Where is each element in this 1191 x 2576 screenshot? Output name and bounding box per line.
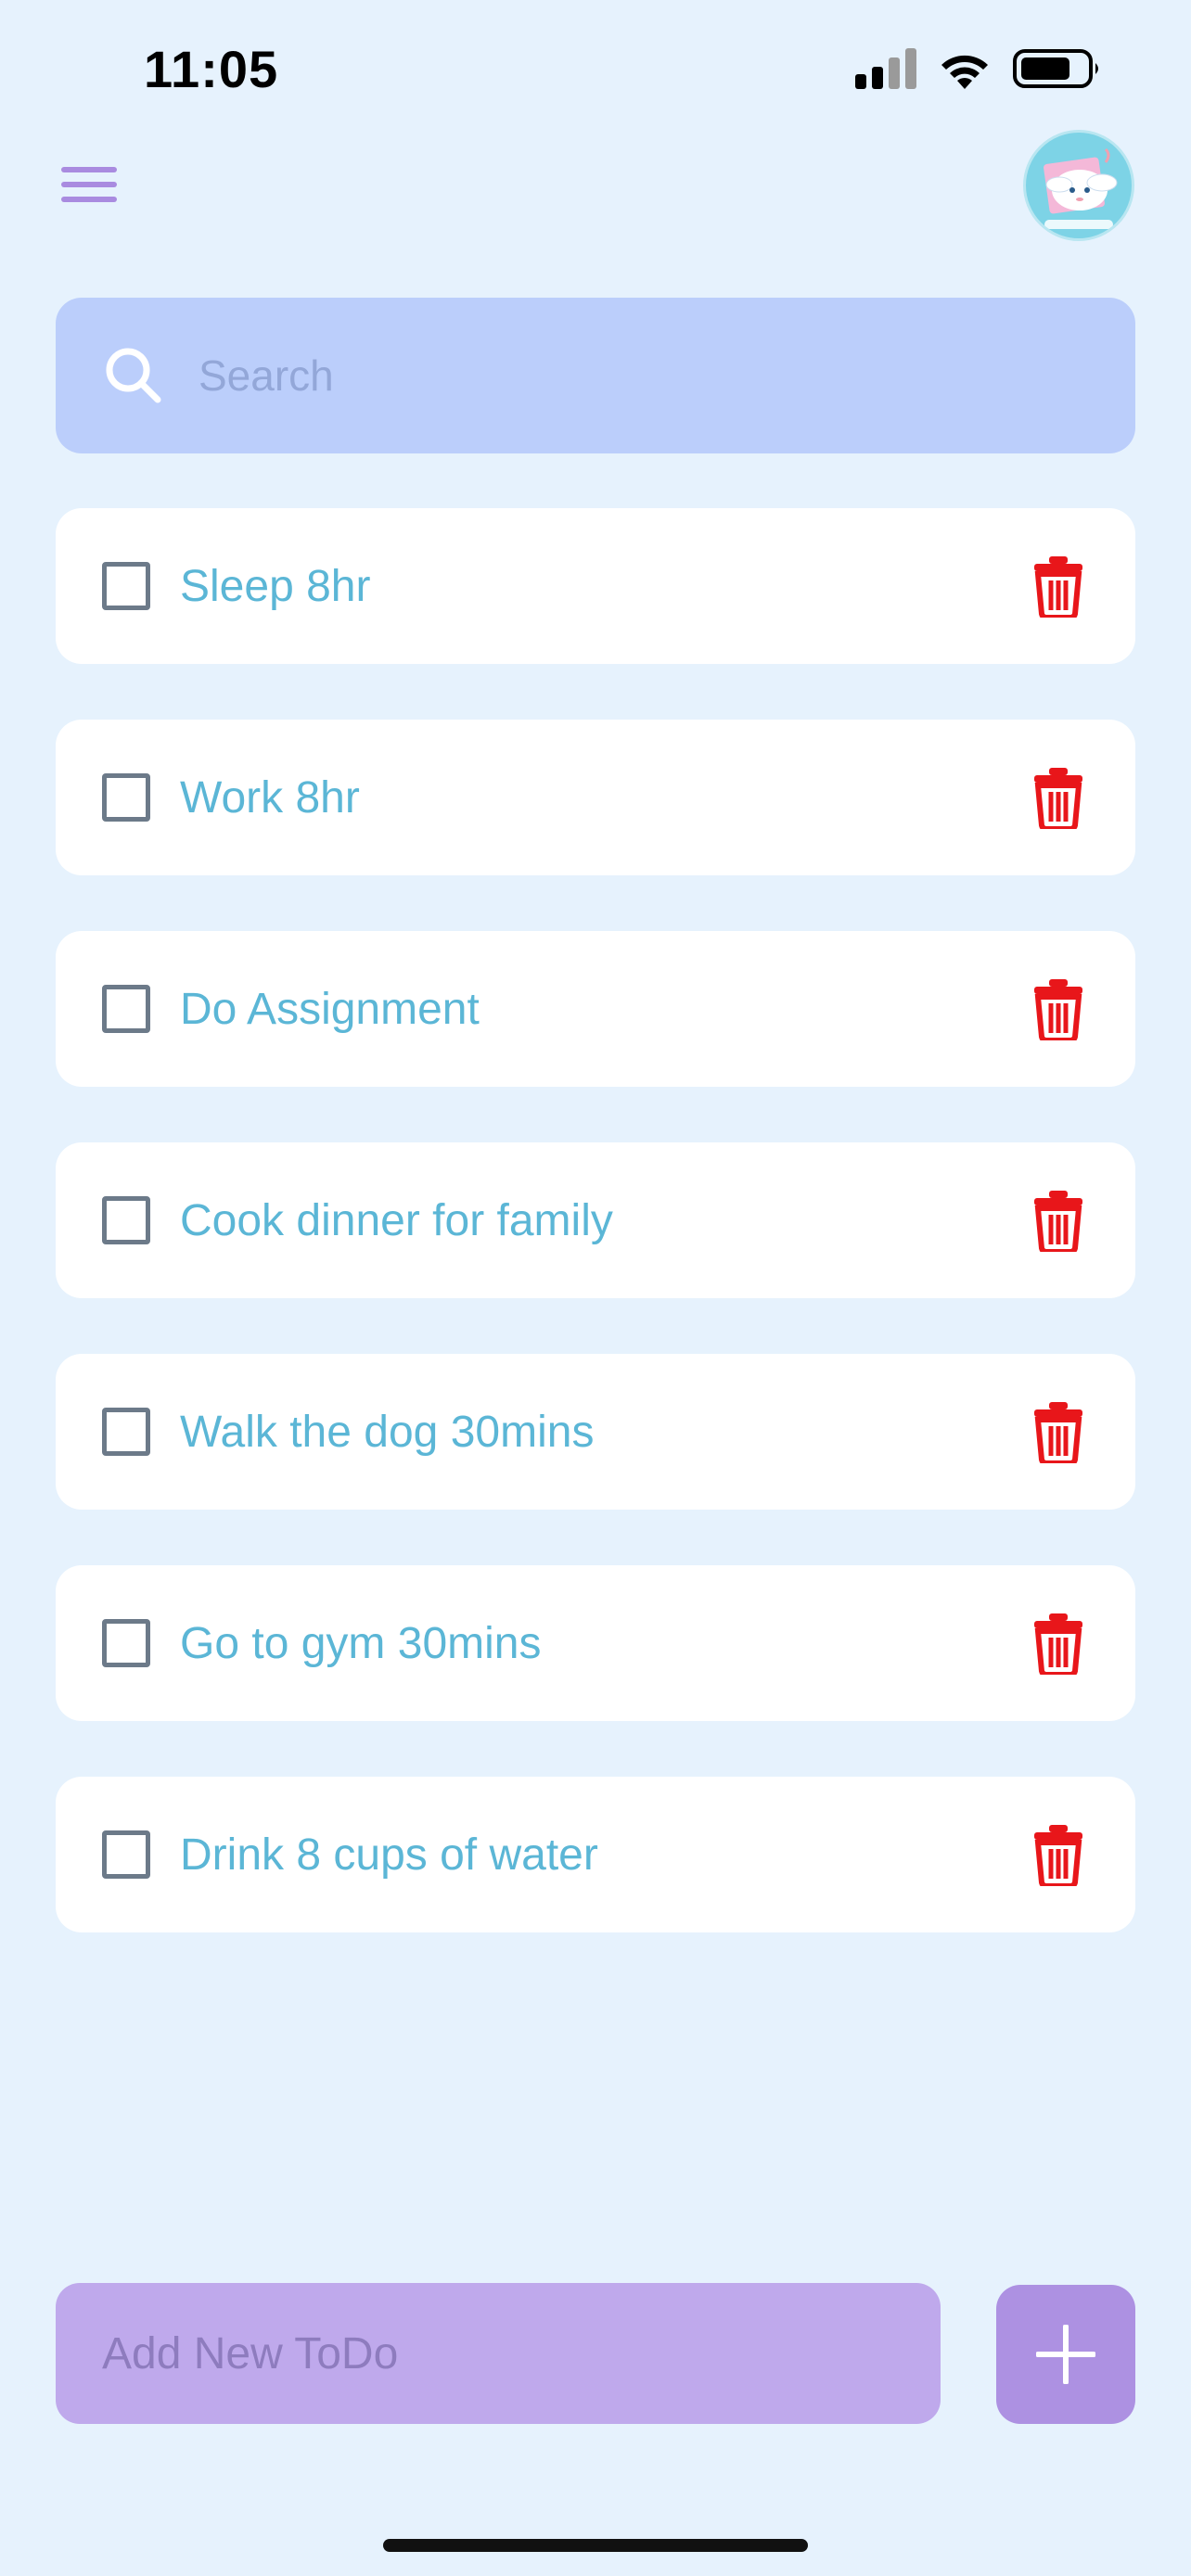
todo-list: Sleep 8hr Work 8hr Do Assignment Cook di… bbox=[56, 508, 1135, 1988]
wifi-icon bbox=[941, 55, 988, 89]
search-icon bbox=[106, 348, 161, 403]
avatar-illustration bbox=[1044, 147, 1118, 229]
todo-item: Work 8hr bbox=[56, 720, 1135, 875]
todo-text: Drink 8 cups of water bbox=[180, 1830, 598, 1880]
todo-text: Sleep 8hr bbox=[180, 561, 371, 611]
todo-text: Walk the dog 30mins bbox=[180, 1407, 595, 1457]
todo-item: Drink 8 cups of water bbox=[56, 1777, 1135, 1932]
todo-item: Walk the dog 30mins bbox=[56, 1354, 1135, 1510]
status-bar: 11:05 bbox=[0, 0, 1191, 139]
search-bar[interactable] bbox=[56, 298, 1135, 453]
todo-checkbox[interactable] bbox=[102, 773, 150, 822]
status-icons bbox=[855, 48, 1102, 89]
todo-item: Do Assignment bbox=[56, 931, 1135, 1087]
todo-checkbox[interactable] bbox=[102, 1196, 150, 1244]
trash-icon[interactable] bbox=[1032, 1613, 1084, 1675]
cellular-signal-icon bbox=[855, 48, 916, 89]
todo-checkbox[interactable] bbox=[102, 985, 150, 1033]
trash-icon[interactable] bbox=[1032, 1825, 1084, 1886]
todo-text: Go to gym 30mins bbox=[180, 1618, 542, 1668]
todo-checkbox[interactable] bbox=[102, 1408, 150, 1456]
trash-icon[interactable] bbox=[1032, 1191, 1084, 1252]
todo-checkbox[interactable] bbox=[102, 1619, 150, 1667]
battery-icon bbox=[1013, 49, 1098, 88]
todo-text: Work 8hr bbox=[180, 772, 360, 823]
add-todo-input[interactable] bbox=[56, 2283, 941, 2424]
todo-checkbox[interactable] bbox=[102, 1830, 150, 1879]
plus-icon bbox=[1036, 2325, 1095, 2384]
search-input[interactable] bbox=[197, 350, 1035, 402]
trash-icon[interactable] bbox=[1032, 979, 1084, 1040]
trash-icon[interactable] bbox=[1032, 768, 1084, 829]
home-indicator[interactable] bbox=[383, 2539, 808, 2552]
todo-text: Do Assignment bbox=[180, 984, 480, 1034]
app-header bbox=[0, 130, 1191, 250]
add-todo-button[interactable] bbox=[996, 2285, 1135, 2424]
todo-checkbox[interactable] bbox=[102, 562, 150, 610]
todo-item: Cook dinner for family bbox=[56, 1142, 1135, 1298]
trash-icon[interactable] bbox=[1032, 1402, 1084, 1463]
todo-item: Sleep 8hr bbox=[56, 508, 1135, 664]
status-time: 11:05 bbox=[144, 40, 279, 98]
character-avatar-icon[interactable] bbox=[1023, 130, 1134, 241]
add-todo-bar bbox=[56, 2283, 1135, 2424]
todo-item: Go to gym 30mins bbox=[56, 1565, 1135, 1721]
todo-text: Cook dinner for family bbox=[180, 1195, 613, 1245]
trash-icon[interactable] bbox=[1032, 556, 1084, 618]
hamburger-menu-icon[interactable] bbox=[61, 167, 117, 208]
